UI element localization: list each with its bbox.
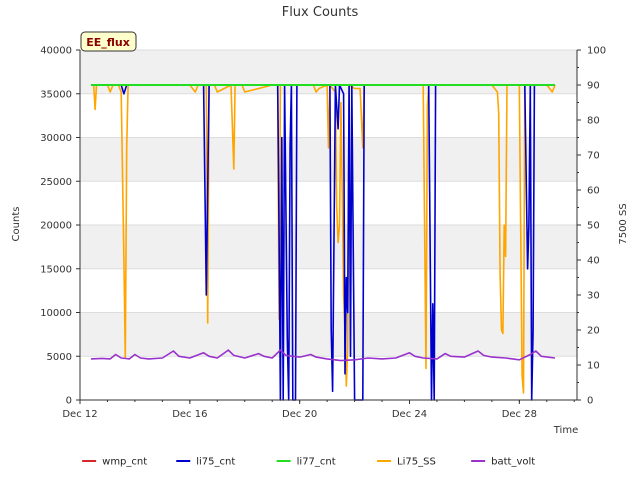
legend-item-li75_cnt: li75_cnt [176, 457, 235, 468]
y2-axis-label: 7500 SS [618, 203, 629, 244]
x-axis-label: Time [553, 425, 578, 436]
y2-tick-label: 50 [587, 221, 600, 232]
y-tick-label: 25000 [40, 177, 72, 188]
y-axis-label: Counts [11, 207, 22, 242]
legend-label: wmp_cnt [102, 457, 147, 468]
plot-band [80, 50, 577, 94]
y2-tick-label: 30 [587, 291, 600, 302]
y-tick-label: 20000 [40, 221, 72, 232]
y-tick-label: 30000 [40, 133, 72, 144]
y-tick-label: 0 [66, 396, 72, 407]
y-tick-label: 5000 [47, 352, 72, 363]
y-tick-label: 10000 [40, 308, 72, 319]
legend-label: Li75_SS [397, 457, 436, 468]
legend-item-wmp_cnt: wmp_cnt [82, 457, 147, 468]
plot-band [80, 225, 577, 269]
flux-counts-chart: Flux Counts 0500010000150002000025000300… [11, 5, 629, 468]
legend: wmp_cnt li75_cnt li77_cnt Li75_SS batt_volt [82, 457, 535, 468]
y2-tick-label: 70 [587, 151, 600, 162]
x-tick-label: Dec 12 [62, 409, 97, 420]
legend-item-Li75_SS: Li75_SS [377, 457, 436, 468]
x-axis-ticks: Dec 12 Dec 16 Dec 20 Dec 24 Dec 28 [62, 400, 575, 420]
legend-label: li77_cnt [297, 457, 336, 468]
chart-title: Flux Counts [282, 5, 359, 20]
y2-tick-label: 60 [587, 186, 600, 197]
station-badge: EE_flux [80, 31, 137, 52]
legend-label: li75_cnt [196, 457, 235, 468]
legend-item-li77_cnt: li77_cnt [276, 457, 336, 468]
x-tick-label: Dec 24 [392, 409, 427, 420]
y-tick-label: 40000 [40, 46, 72, 57]
y2-tick-label: 40 [587, 256, 600, 267]
legend-label: batt_volt [491, 457, 535, 468]
x-tick-label: Dec 28 [502, 409, 537, 420]
y-tick-label: 35000 [40, 89, 72, 100]
x-tick-label: Dec 16 [172, 409, 207, 420]
y2-tick-label: 10 [587, 361, 600, 372]
y-tick-label: 15000 [40, 264, 72, 275]
y2-tick-label: 0 [587, 396, 593, 407]
y2-tick-label: 90 [587, 81, 600, 92]
y-axis-ticks: 0 5000 10000 15000 20000 25000 30000 35000 40000 [40, 46, 80, 407]
legend-item-batt_volt: batt_volt [471, 457, 535, 468]
y2-tick-label: 100 [587, 46, 606, 57]
y2-axis-ticks: 0 10 20 30 40 50 60 70 80 90 100 [577, 46, 606, 407]
y2-tick-label: 20 [587, 326, 600, 337]
x-tick-label: Dec 20 [282, 409, 317, 420]
station-badge-label: EE_flux [86, 36, 130, 49]
y2-tick-label: 80 [587, 116, 600, 127]
